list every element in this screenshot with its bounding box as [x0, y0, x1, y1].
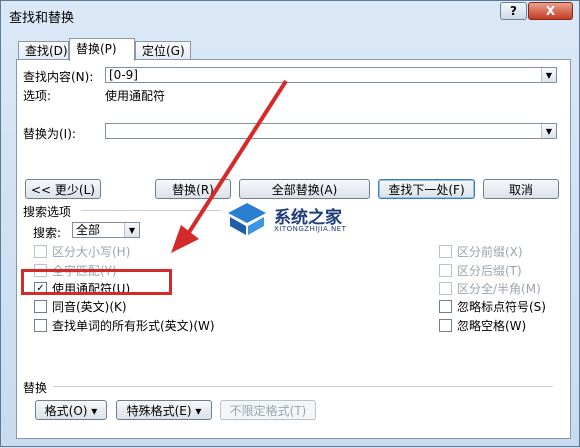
- watermark-logo-icon: [228, 203, 266, 235]
- find-replace-dialog: 查找和替换 ? X 查找(D) 替换(P) 定位(G) 查找内容(N): [0-…: [0, 0, 580, 447]
- watermark: 系统之家 XITONGZHIJIA.NET: [226, 201, 376, 239]
- arrow-head: [171, 225, 199, 253]
- tab-replace[interactable]: 替换(P): [69, 38, 135, 61]
- watermark-url: XITONGZHIJIA.NET: [274, 225, 347, 233]
